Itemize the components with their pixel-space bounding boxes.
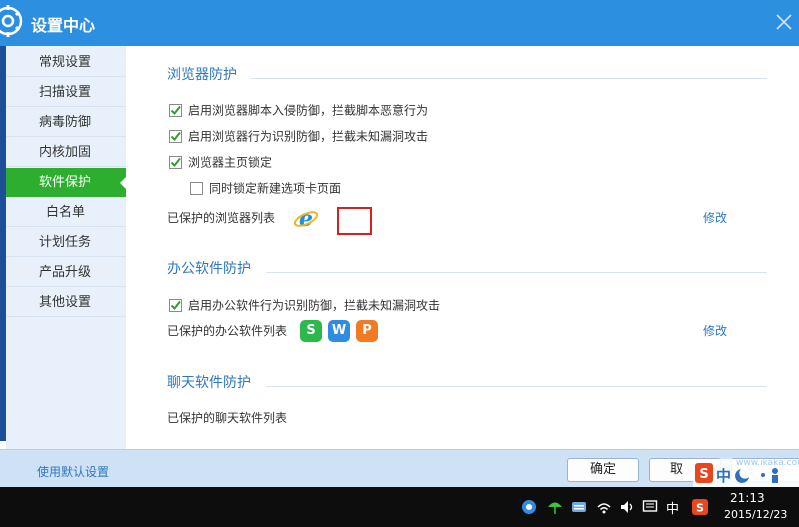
browser-option-row[interactable]: 浏览器主页锁定 (169, 155, 272, 171)
keyboard-tray-icon[interactable] (571, 499, 587, 515)
settings-content: 浏览器防护 启用浏览器脚本入侵防御，拦截脚本恶意行为 启用浏览器行为识别防御，拦… (126, 46, 799, 449)
browser-list-label: 已保护的浏览器列表 (167, 211, 276, 225)
security-tray-icon[interactable] (521, 499, 537, 515)
settings-window: 设置中心 常规设置 扫描设置 病毒防御 内核加固 软件保护 白名单 计划任务 产… (0, 0, 799, 487)
browser-edit-link[interactable]: 修改 (703, 209, 727, 226)
option-label: 启用办公软件行为识别防御，拦截未知漏洞攻击 (188, 298, 441, 313)
checkbox-checked-icon[interactable] (169, 156, 182, 169)
office-section-title: 办公软件防护 (167, 261, 251, 277)
sidebar: 常规设置 扫描设置 病毒防御 内核加固 软件保护 白名单 计划任务 产品升级 其… (6, 46, 126, 449)
checkbox-checked-icon[interactable] (169, 104, 182, 117)
option-label: 浏览器主页锁定 (188, 155, 273, 170)
sidebar-item-general[interactable]: 常规设置 (6, 48, 126, 77)
section-divider (250, 78, 767, 79)
wps-writer-icon: W (328, 320, 350, 342)
chat-section-title: 聊天软件防护 (167, 375, 251, 391)
gear-icon (0, 5, 23, 37)
sidebar-item-schedule[interactable]: 计划任务 (6, 228, 126, 257)
window-title: 设置中心 (31, 16, 96, 35)
umbrella-tray-icon[interactable] (547, 499, 563, 515)
svg-text:S: S (699, 467, 708, 482)
sidebar-item-virus-defense[interactable]: 病毒防御 (6, 108, 126, 137)
taskbar-date[interactable]: 2015/12/23 (724, 508, 787, 521)
ime-chinese-mode[interactable]: 中 (716, 465, 731, 486)
sidebar-item-whitelist[interactable]: 白名单 (6, 198, 126, 227)
highlight-box (337, 207, 372, 235)
taskbar: 中 S 21:13 2015/12/23 (0, 487, 799, 527)
close-icon[interactable] (774, 12, 794, 32)
sidebar-item-software-protection[interactable]: 软件保护 (6, 168, 126, 197)
title-bar[interactable]: 设置中心 (0, 0, 799, 46)
option-label: 同时锁定新建选项卡页面 (209, 181, 342, 196)
dialog-footer: 使用默认设置 确定 取 (0, 449, 799, 487)
notification-icon[interactable] (642, 499, 658, 515)
taskbar-clock[interactable]: 21:13 (730, 491, 765, 505)
wifi-icon[interactable] (596, 499, 612, 515)
browser-option-row[interactable]: 同时锁定新建选项卡页面 (190, 181, 341, 197)
wps-spreadsheet-icon: S (300, 320, 322, 342)
taskbar-ime-indicator[interactable]: 中 (666, 498, 679, 517)
sidebar-item-other[interactable]: 其他设置 (6, 288, 126, 317)
office-edit-link[interactable]: 修改 (703, 322, 727, 339)
browser-option-row[interactable]: 启用浏览器脚本入侵防御，拦截脚本恶意行为 (169, 103, 428, 119)
sogou-tray-icon[interactable]: S (692, 499, 708, 515)
sidebar-item-kernel[interactable]: 内核加固 (6, 138, 126, 167)
wps-presentation-icon: P (356, 320, 378, 342)
checkbox-checked-icon[interactable] (169, 299, 182, 312)
svg-text:e: e (299, 206, 313, 231)
chat-list-label: 已保护的聊天软件列表 (167, 411, 288, 425)
browser-section-title: 浏览器防护 (167, 67, 237, 83)
ok-button[interactable]: 确定 (567, 458, 639, 482)
browser-option-row[interactable]: 启用浏览器行为识别防御，拦截未知漏洞攻击 (169, 129, 428, 145)
section-divider (266, 272, 767, 273)
section-divider (266, 386, 767, 387)
office-option-row[interactable]: 启用办公软件行为识别防御，拦截未知漏洞攻击 (169, 298, 440, 314)
sidebar-item-scan[interactable]: 扫描设置 (6, 78, 126, 107)
option-label: 启用浏览器脚本入侵防御，拦截脚本恶意行为 (188, 103, 429, 118)
ie-icon: e (293, 206, 319, 231)
watermark-text: www.ikaka.com (736, 458, 799, 468)
svg-text:S: S (696, 502, 704, 515)
volume-icon[interactable] (619, 499, 635, 515)
option-label: 启用浏览器行为识别防御，拦截未知漏洞攻击 (188, 129, 429, 144)
checkbox-unchecked-icon[interactable] (190, 182, 203, 195)
sidebar-item-upgrade[interactable]: 产品升级 (6, 258, 126, 287)
restore-defaults-link[interactable]: 使用默认设置 (37, 463, 109, 480)
checkbox-checked-icon[interactable] (169, 130, 182, 143)
office-list-label: 已保护的办公软件列表 (167, 324, 288, 338)
